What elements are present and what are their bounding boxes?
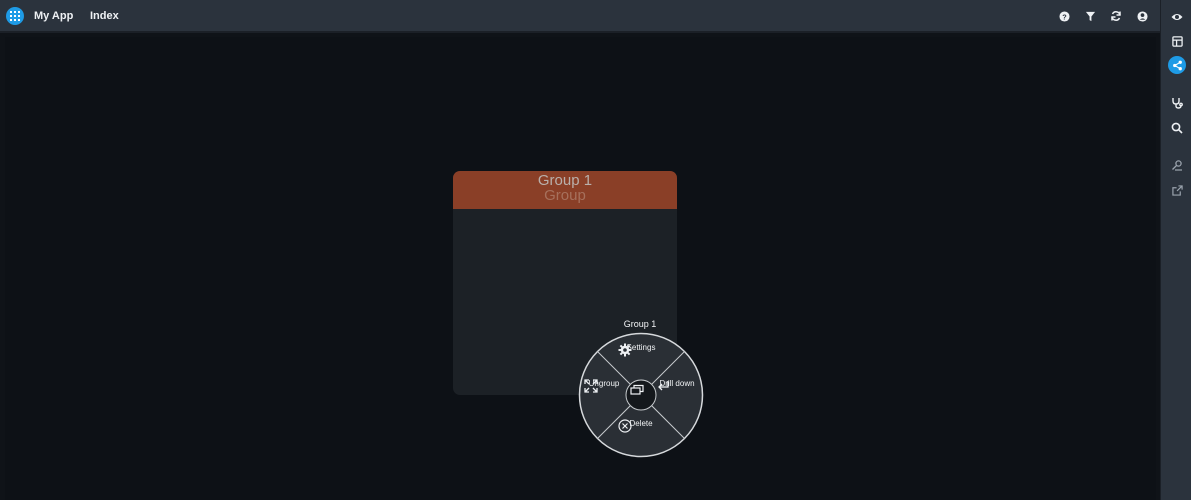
radial-menu: Settings Ungroup Drill down Delete — [578, 332, 704, 458]
ungroup-menu-item[interactable]: Ungroup — [584, 379, 624, 393]
external-link-icon[interactable] — [1168, 181, 1186, 199]
settings-menu-item[interactable]: Settings — [618, 343, 664, 357]
stethoscope-icon[interactable] — [1168, 94, 1186, 112]
user-icon[interactable] — [1135, 9, 1149, 23]
right-rail — [1160, 0, 1191, 500]
expand-icon — [584, 379, 598, 393]
close-circle-icon — [618, 419, 632, 433]
delete-menu-item[interactable]: Delete — [618, 419, 664, 433]
layout-icon[interactable] — [1168, 32, 1186, 50]
refresh-icon[interactable] — [1109, 9, 1123, 23]
help-icon[interactable]: ? — [1057, 9, 1071, 23]
center-group-icon[interactable] — [630, 384, 652, 406]
top-bar: My App Index ? — [0, 0, 1160, 33]
filter-icon[interactable] — [1083, 9, 1097, 23]
group-header[interactable]: Group 1 Group — [453, 171, 677, 209]
svg-text:?: ? — [1062, 12, 1067, 21]
group-subtitle: Group — [544, 187, 586, 204]
app-launcher-icon[interactable] — [6, 7, 24, 25]
pin-icon[interactable] — [1168, 156, 1186, 174]
drill-down-menu-item[interactable]: Drill down — [656, 379, 698, 391]
share-icon[interactable] — [1168, 56, 1186, 74]
group-title: Group 1 — [537, 172, 593, 189]
app-title[interactable]: My App — [34, 10, 73, 22]
search-icon[interactable] — [1168, 119, 1186, 137]
gear-icon — [618, 343, 632, 357]
nav-index-link[interactable]: Index — [90, 10, 119, 22]
enter-arrow-icon — [658, 381, 669, 391]
eye-icon[interactable] — [1168, 8, 1186, 26]
radial-menu-title: Group 1 — [623, 319, 657, 329]
